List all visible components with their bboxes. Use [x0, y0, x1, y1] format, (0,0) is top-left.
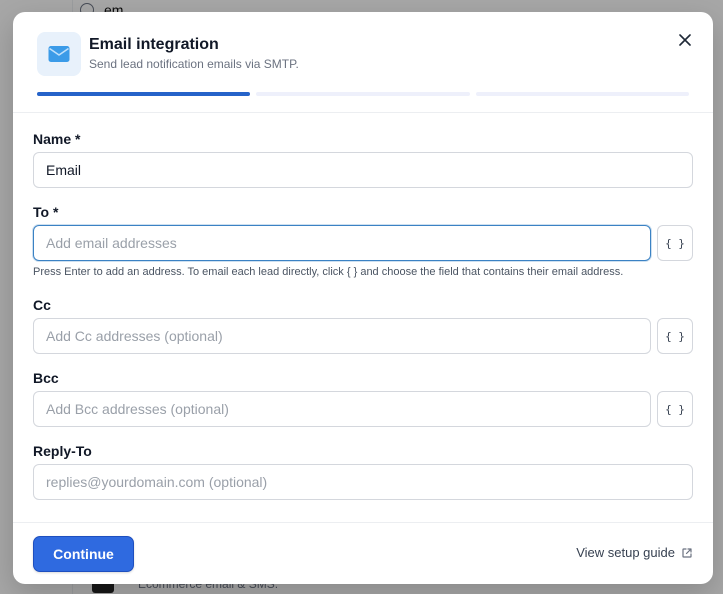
bcc-input[interactable]: [33, 391, 651, 427]
close-button[interactable]: [675, 30, 695, 50]
cc-variable-button[interactable]: { }: [657, 318, 693, 354]
modal-subtitle: Send lead notification emails via SMTP.: [89, 57, 299, 71]
email-integration-modal: Email integration Send lead notification…: [13, 12, 713, 584]
modal-footer: Continue View setup guide: [13, 522, 713, 584]
envelope-icon: [37, 32, 81, 76]
bcc-label: Bcc: [33, 370, 59, 386]
to-hint: Press Enter to add an address. To email …: [33, 266, 624, 278]
name-label: Name *: [33, 131, 81, 147]
step-1: [37, 92, 251, 96]
step-progress: [37, 92, 689, 96]
view-setup-guide-link[interactable]: View setup guide: [576, 545, 693, 560]
bcc-variable-button[interactable]: { }: [657, 391, 693, 427]
reply-to-input[interactable]: [33, 464, 693, 500]
modal-header: Email integration Send lead notification…: [13, 12, 713, 113]
step-3: [475, 92, 689, 96]
cc-label: Cc: [33, 297, 51, 313]
to-variable-button[interactable]: { }: [657, 225, 693, 261]
cc-input[interactable]: [33, 318, 651, 354]
modal-title: Email integration: [89, 36, 219, 53]
step-2: [256, 92, 470, 96]
reply-to-label: Reply-To: [33, 443, 92, 459]
to-label: To *: [33, 204, 59, 220]
continue-button[interactable]: Continue: [33, 536, 134, 572]
external-link-icon: [682, 547, 692, 558]
guide-link-label: View setup guide: [576, 545, 675, 560]
name-input[interactable]: [33, 152, 693, 188]
to-input[interactable]: [33, 225, 651, 261]
close-icon: [679, 34, 691, 46]
